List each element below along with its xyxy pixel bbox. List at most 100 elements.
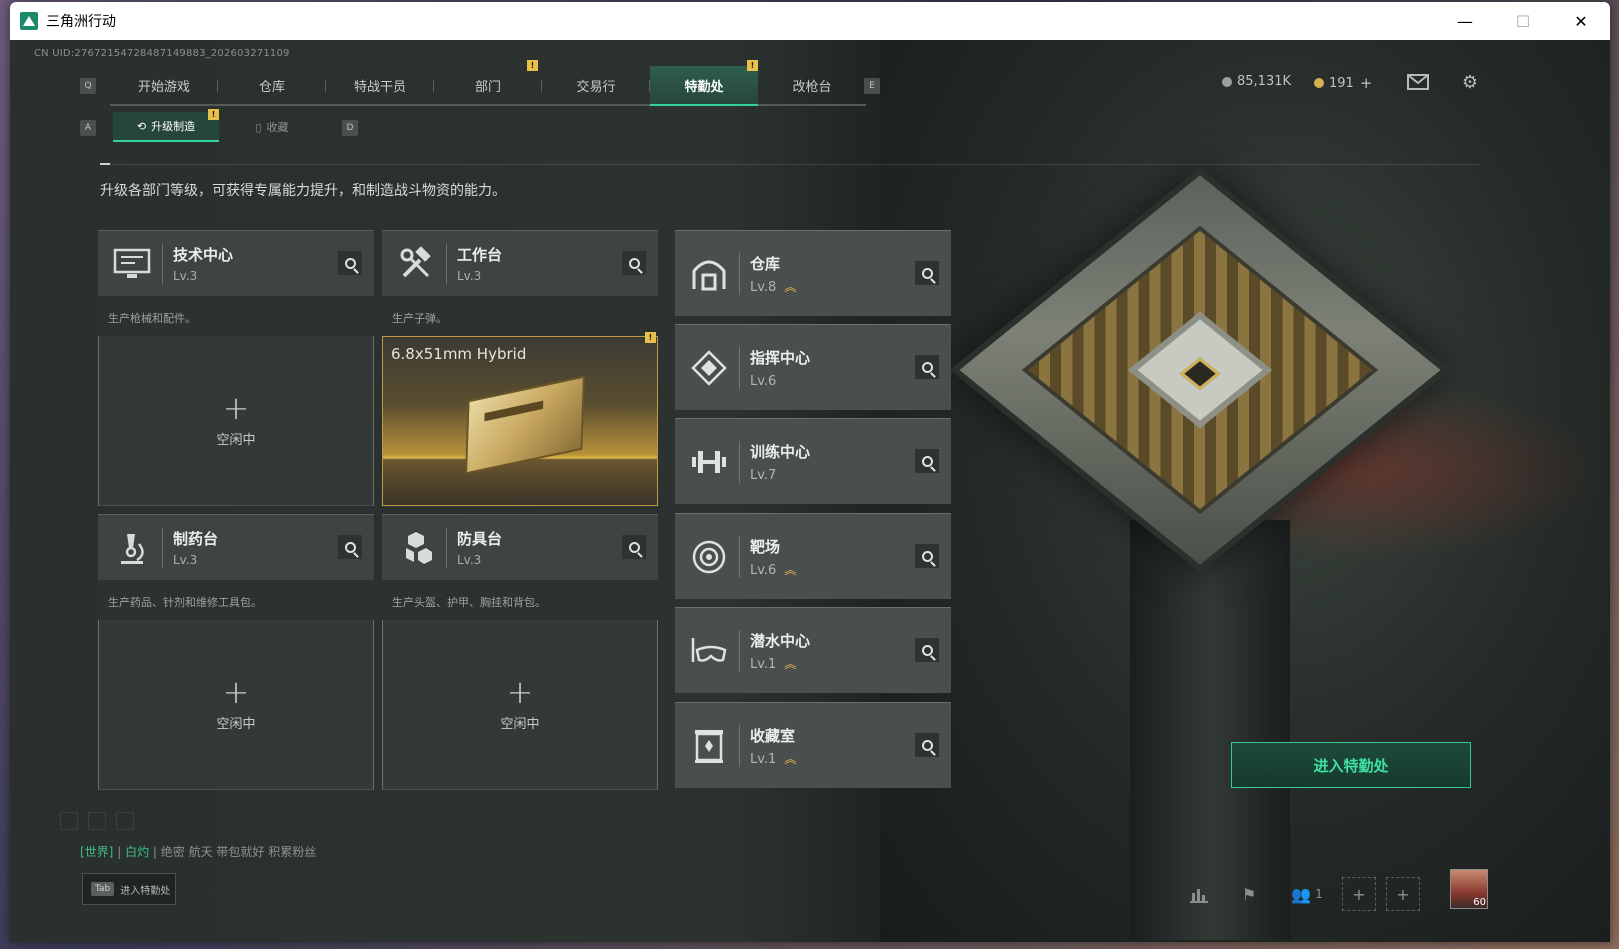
subtab-upgrade-craft[interactable]: ⟲ 升级制造 !	[113, 109, 219, 142]
search-icon[interactable]	[915, 449, 939, 473]
tab-special-ops[interactable]: 特勤处!	[650, 60, 758, 106]
close-button[interactable]: ✕	[1552, 2, 1610, 40]
search-icon[interactable]	[338, 535, 362, 559]
workstation-desc: 生产子弹。	[382, 296, 658, 336]
subtab-collection[interactable]: ▯ 收藏	[219, 112, 325, 142]
slot-status: 空闲中	[216, 717, 256, 732]
coin-display[interactable]: 191 +	[1314, 74, 1372, 92]
avatar[interactable]: 60	[1450, 869, 1488, 909]
search-icon[interactable]	[622, 251, 646, 275]
player-uid: CN UID:2767215472848714988​3_20260327110…	[34, 48, 290, 59]
window-title: 三角洲行动	[46, 14, 116, 30]
workstation-level: Lv.3	[457, 553, 482, 567]
notification-badge: !	[208, 109, 219, 120]
search-icon[interactable]	[915, 355, 939, 379]
facility-level: Lv.6	[750, 373, 777, 389]
craft-slot-idle[interactable]: + 空闲中	[98, 620, 374, 790]
notification-badge: !	[747, 60, 758, 71]
search-icon[interactable]	[915, 261, 939, 285]
add-teammate-button[interactable]: +	[1342, 877, 1376, 911]
tab-warehouse[interactable]: 仓库	[218, 66, 326, 106]
warehouse-icon	[685, 250, 733, 298]
upgrade-arrow-icon: ︽	[784, 752, 796, 766]
tab-label: 部门	[474, 79, 501, 95]
tab-start-game[interactable]: 开始游戏	[110, 66, 218, 106]
add-teammate-button[interactable]: +	[1386, 877, 1420, 911]
quick-slot[interactable]	[88, 812, 106, 830]
chat-separator: |	[152, 845, 157, 859]
friends-button[interactable]: 👥 1	[1282, 877, 1332, 911]
workstation-workbench[interactable]: 工作台 Lv.3	[382, 230, 658, 296]
facility-name: 靶场	[750, 537, 781, 556]
game-viewport: CN UID:2767215472848714988​3_20260327110…	[10, 40, 1610, 942]
search-icon[interactable]	[915, 544, 939, 568]
facility-name: 仓库	[750, 254, 781, 273]
craft-slot-active[interactable]: 6.8x51mm Hybrid !	[382, 332, 658, 506]
friends-count: 1	[1315, 887, 1323, 901]
slot-status: 空闲中	[216, 433, 256, 448]
facility-training-center[interactable]: 训练中心 Lv.7	[675, 418, 951, 504]
craft-slot-idle[interactable]: + 空闲中	[98, 336, 374, 506]
tab-label: 交易行	[576, 79, 616, 95]
quick-slot[interactable]	[116, 812, 134, 830]
upgrade-arrow-icon: ︽	[784, 563, 796, 577]
money-value: 85,131K	[1237, 74, 1292, 89]
settings-gear-icon[interactable]: ⚙	[1458, 70, 1482, 94]
search-icon[interactable]	[338, 251, 362, 275]
mail-icon[interactable]	[1406, 70, 1430, 94]
facility-diving-center[interactable]: 潜水中心 Lv.1 ︽	[675, 607, 951, 693]
maximize-button[interactable]: ☐	[1494, 2, 1552, 40]
search-icon[interactable]	[622, 535, 646, 559]
window-controls: — ☐ ✕	[1436, 2, 1610, 40]
notification-badge: !	[645, 332, 656, 343]
nav-next-key[interactable]: E	[864, 78, 880, 94]
facility-collection-room[interactable]: 收藏室 Lv.1 ︽	[675, 702, 951, 788]
facility-command-center[interactable]: 指挥中心 Lv.6	[675, 324, 951, 410]
flag-icon[interactable]: ⚑	[1232, 877, 1266, 911]
workstation-pharmacy[interactable]: 制药台 Lv.3	[98, 514, 374, 580]
search-icon[interactable]	[915, 733, 939, 757]
search-icon[interactable]	[915, 638, 939, 662]
tab-gunsmith[interactable]: 改枪台	[758, 66, 866, 106]
tab-label: 特勤处	[684, 79, 724, 95]
minimize-button[interactable]: —	[1436, 2, 1494, 40]
craft-slot-idle[interactable]: + 空闲中	[382, 620, 658, 790]
workstation-armor[interactable]: 防具台 Lv.3	[382, 514, 658, 580]
tab-hint-label: 进入特勤处	[120, 885, 171, 897]
collection-icon: ▯	[255, 120, 262, 134]
enter-special-ops-button[interactable]: 进入特勤处	[1231, 742, 1471, 788]
subnav-prev-key[interactable]: A	[80, 120, 96, 136]
facility-warehouse[interactable]: 仓库 Lv.8 ︽	[675, 230, 951, 316]
tab-label: 开始游戏	[137, 79, 190, 95]
premium-coin-icon	[1314, 78, 1324, 88]
workstation-name: 技术中心	[173, 246, 234, 264]
computer-icon	[108, 240, 156, 288]
chat-channel-world[interactable]: [世界]	[80, 845, 113, 859]
subtab-label: 升级制造	[151, 120, 196, 133]
nav-prev-key[interactable]: Q	[80, 78, 96, 94]
stats-chart-icon[interactable]	[1182, 877, 1216, 911]
upgrade-arrow-icon: ︽	[784, 657, 796, 671]
chat-message: 绝密 航天 带包就好 积累粉丝	[160, 845, 317, 859]
command-center-icon	[685, 344, 733, 392]
workstation-level: Lv.3	[173, 553, 198, 567]
chat-line[interactable]: [世界] | 白灼 | 绝密 航天 带包就好 积累粉丝	[80, 843, 316, 860]
tab-label: 改枪台	[792, 79, 832, 95]
subnav-next-key[interactable]: D	[342, 120, 358, 136]
money-display[interactable]: 85,131K	[1222, 74, 1291, 89]
tab-operators[interactable]: 特战干员	[326, 66, 434, 106]
facility-level: Lv.1	[750, 751, 777, 767]
workstation-name: 防具台	[457, 530, 503, 548]
facility-shooting-range[interactable]: 靶场 Lv.6 ︽	[675, 513, 951, 599]
workstation-level: Lv.3	[173, 269, 198, 283]
add-coins-button[interactable]: +	[1360, 74, 1373, 92]
quick-slot[interactable]	[60, 812, 78, 830]
coin-value: 191	[1329, 75, 1354, 91]
facility-name: 训练中心	[750, 442, 811, 461]
tab-shortcut-hint[interactable]: Tab 进入特勤处	[82, 873, 176, 905]
workstation-tech-center[interactable]: 技术中心 Lv.3	[98, 230, 374, 296]
tab-department[interactable]: 部门!	[434, 60, 542, 106]
tab-trading[interactable]: 交易行	[542, 66, 650, 106]
facility-name: 潜水中心	[750, 631, 811, 650]
chat-sender[interactable]: 白灼	[125, 845, 149, 859]
